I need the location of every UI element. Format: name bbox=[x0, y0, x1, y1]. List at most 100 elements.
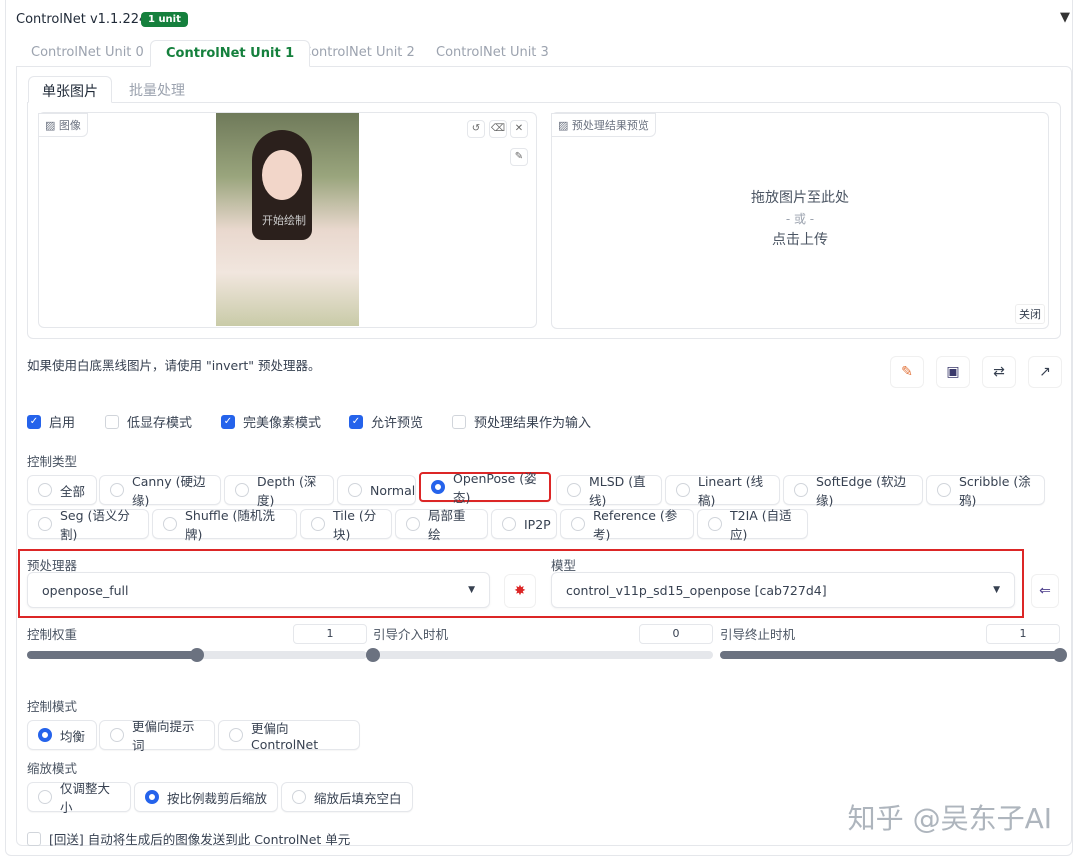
radio-icon[interactable] bbox=[235, 483, 249, 497]
radio-option[interactable]: MLSD (直线) bbox=[556, 475, 662, 505]
run-preprocessor-icon[interactable]: ✸ bbox=[504, 574, 536, 608]
checkbox-icon[interactable] bbox=[452, 415, 466, 429]
slider-thumb[interactable] bbox=[190, 648, 204, 662]
checkbox-pixel-perfect[interactable]: ✓完美像素模式 bbox=[221, 412, 321, 431]
radio-option[interactable]: 全部 bbox=[27, 475, 97, 505]
radio-icon[interactable] bbox=[937, 483, 951, 497]
radio-option[interactable]: 按比例裁剪后缩放 bbox=[134, 782, 278, 812]
image-label: ▨ 图像 bbox=[38, 113, 88, 137]
radio-label: Canny (硬边缘) bbox=[132, 471, 210, 509]
radio-option[interactable]: 缩放后填充空白 bbox=[281, 782, 413, 812]
checkbox-icon[interactable] bbox=[27, 832, 41, 846]
radio-label: Depth (深度) bbox=[257, 471, 323, 509]
control-type-label: 控制类型 bbox=[27, 451, 77, 470]
tab-unit-0[interactable]: ControlNet Unit 0 bbox=[16, 40, 159, 67]
radio-icon[interactable] bbox=[348, 483, 362, 497]
slider-thumb[interactable] bbox=[1053, 648, 1067, 662]
tab-single-image[interactable]: 单张图片 bbox=[28, 76, 112, 103]
radio-icon[interactable] bbox=[406, 517, 420, 531]
radio-option[interactable]: 更偏向 ControlNet bbox=[218, 720, 360, 750]
slider-label: 引导介入时机 bbox=[373, 624, 448, 643]
radio-label: Tile (分块) bbox=[333, 505, 381, 543]
preprocessor-select[interactable]: openpose_full▼ bbox=[27, 572, 490, 608]
swap-icon[interactable]: ⇄ bbox=[982, 356, 1016, 388]
radio-option[interactable]: 局部重绘 bbox=[395, 509, 488, 539]
checkbox-icon[interactable]: ✓ bbox=[27, 415, 41, 429]
radio-option[interactable]: OpenPose (姿态) bbox=[419, 472, 551, 502]
radio-option[interactable]: Tile (分块) bbox=[300, 509, 392, 539]
radio-icon[interactable] bbox=[567, 483, 581, 497]
radio-option[interactable]: Canny (硬边缘) bbox=[99, 475, 221, 505]
radio-option[interactable]: IP2P bbox=[491, 509, 557, 539]
slider-number-input[interactable]: 1 bbox=[293, 624, 367, 644]
collapse-icon[interactable]: ▼ bbox=[1060, 10, 1070, 25]
radio-icon[interactable] bbox=[110, 728, 124, 742]
checkbox-label: 预处理结果作为输入 bbox=[474, 416, 591, 431]
radio-icon[interactable] bbox=[38, 517, 52, 531]
checkbox-icon[interactable] bbox=[105, 415, 119, 429]
radio-icon[interactable] bbox=[145, 790, 159, 804]
radio-icon[interactable] bbox=[571, 517, 585, 531]
slider-track[interactable] bbox=[27, 651, 367, 659]
radio-icon[interactable] bbox=[229, 728, 243, 742]
radio-option[interactable]: Reference (参考) bbox=[560, 509, 694, 539]
slider-number-input[interactable]: 0 bbox=[639, 624, 713, 644]
slider-number-input[interactable]: 1 bbox=[986, 624, 1060, 644]
radio-icon[interactable] bbox=[38, 728, 52, 742]
radio-icon[interactable] bbox=[163, 517, 177, 531]
checkbox-preprocessed-input[interactable]: 预处理结果作为输入 bbox=[452, 412, 591, 431]
radio-icon[interactable] bbox=[292, 790, 306, 804]
checkbox-loopback[interactable]: [回送] 自动将生成后的图像发送到此 ControlNet 单元 bbox=[27, 829, 350, 848]
radio-icon[interactable] bbox=[431, 480, 445, 494]
checkbox-icon[interactable]: ✓ bbox=[349, 415, 363, 429]
model-select[interactable]: control_v11p_sd15_openpose [cab727d4]▼ bbox=[551, 572, 1015, 608]
radio-option[interactable]: Lineart (线稿) bbox=[665, 475, 780, 505]
edit-icon[interactable]: ✎ bbox=[890, 356, 924, 388]
radio-option[interactable]: 更偏向提示词 bbox=[99, 720, 215, 750]
slider-track[interactable] bbox=[373, 651, 713, 659]
radio-icon[interactable] bbox=[38, 483, 52, 497]
camera-icon[interactable]: ▣ bbox=[936, 356, 970, 388]
radio-option[interactable]: Seg (语义分割) bbox=[27, 509, 149, 539]
radio-icon[interactable] bbox=[794, 483, 808, 497]
tab-batch[interactable]: 批量处理 bbox=[116, 76, 198, 103]
control-mode-label: 控制模式 bbox=[27, 696, 77, 715]
radio-option[interactable]: Normal bbox=[337, 475, 416, 505]
radio-icon[interactable] bbox=[311, 517, 325, 531]
preview-label: ▨ 预处理结果预览 bbox=[551, 113, 656, 137]
radio-option[interactable]: SoftEdge (软边缘) bbox=[783, 475, 923, 505]
checkbox-label: [回送] 自动将生成后的图像发送到此 ControlNet 单元 bbox=[49, 832, 350, 847]
checkbox-icon[interactable]: ✓ bbox=[221, 415, 235, 429]
image-icon: ▨ bbox=[558, 119, 572, 132]
close-preview-button[interactable]: 关闭 bbox=[1015, 304, 1045, 324]
checkbox-enable[interactable]: ✓ 启用 bbox=[27, 412, 75, 431]
tab-unit-1[interactable]: ControlNet Unit 1 bbox=[150, 40, 310, 67]
radio-option[interactable]: Shuffle (随机洗牌) bbox=[152, 509, 297, 539]
radio-option[interactable]: T2IA (自适应) bbox=[697, 509, 808, 539]
refresh-models-icon[interactable]: ⇐ bbox=[1031, 574, 1059, 608]
checkbox-low-vram[interactable]: 低显存模式 bbox=[105, 412, 192, 431]
slider-track[interactable] bbox=[720, 651, 1060, 659]
radio-option[interactable]: 均衡 bbox=[27, 720, 97, 750]
radio-label: IP2P bbox=[524, 517, 551, 532]
checkbox-label: 启用 bbox=[49, 416, 75, 431]
checkbox-allow-preview[interactable]: ✓ 允许预览 bbox=[349, 412, 423, 431]
radio-icon[interactable] bbox=[38, 790, 52, 804]
slider-fill bbox=[720, 651, 1060, 659]
radio-icon[interactable] bbox=[502, 517, 516, 531]
brush-icon[interactable]: ✎ bbox=[510, 148, 528, 166]
slider-label: 引导终止时机 bbox=[720, 624, 795, 643]
radio-option[interactable]: Depth (深度) bbox=[224, 475, 334, 505]
checkbox-label: 允许预览 bbox=[371, 416, 423, 431]
radio-icon[interactable] bbox=[708, 517, 722, 531]
radio-icon[interactable] bbox=[110, 483, 124, 497]
eraser-icon[interactable]: ⌫ bbox=[489, 120, 507, 138]
tab-unit-3[interactable]: ControlNet Unit 3 bbox=[421, 40, 564, 67]
send-dimensions-icon[interactable]: ↗ bbox=[1028, 356, 1062, 388]
radio-icon[interactable] bbox=[676, 483, 690, 497]
close-icon[interactable]: ✕ bbox=[510, 120, 528, 138]
slider-thumb[interactable] bbox=[366, 648, 380, 662]
radio-option[interactable]: 仅调整大小 bbox=[27, 782, 131, 812]
undo-icon[interactable]: ↺ bbox=[467, 120, 485, 138]
radio-option[interactable]: Scribble (涂鸦) bbox=[926, 475, 1045, 505]
